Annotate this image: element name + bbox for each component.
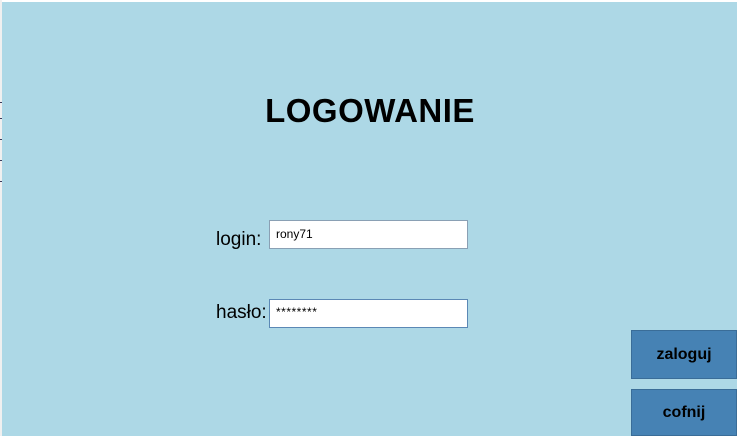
login-label: login: (216, 229, 262, 250)
back-button[interactable]: cofnij (631, 389, 737, 436)
login-input[interactable]: rony71 (269, 220, 468, 249)
password-label: hasło: (216, 302, 267, 323)
page-title: LOGOWANIE (265, 92, 475, 129)
login-window (2, 2, 737, 436)
password-input-value: ******** (276, 305, 318, 319)
password-input[interactable]: ******** (269, 299, 468, 328)
login-input-value: rony71 (276, 227, 313, 241)
login-button-label: zaloguj (656, 345, 712, 363)
back-button-label: cofnij (662, 403, 706, 421)
login-button[interactable]: zaloguj (631, 330, 737, 379)
